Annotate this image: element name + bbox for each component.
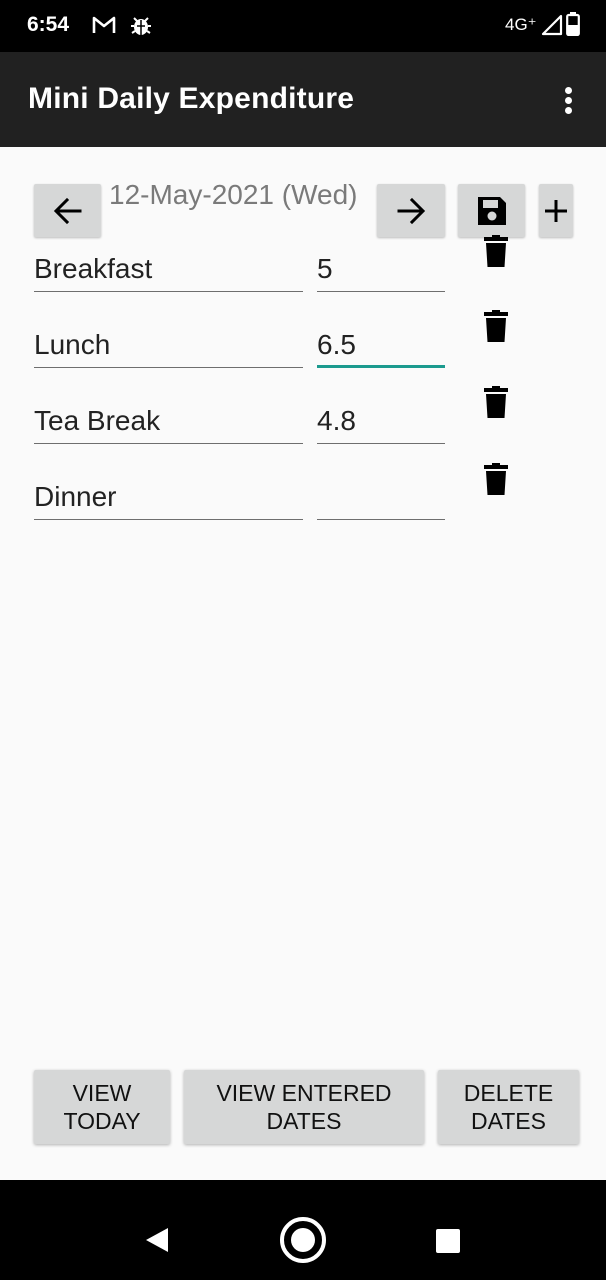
save-button[interactable] — [458, 184, 525, 237]
expense-name-field[interactable]: Dinner — [34, 480, 303, 520]
gmail-icon — [92, 16, 116, 33]
date-label: 12-May-2021 (Wed) — [109, 179, 358, 210]
more-vert-icon[interactable] — [552, 80, 586, 120]
expense-name-field[interactable]: Lunch — [34, 328, 303, 368]
expense-amount-field[interactable]: 6.5 — [317, 328, 445, 368]
expense-name-field[interactable]: Breakfast — [34, 252, 303, 292]
expense-name-text: Tea Break — [34, 405, 161, 436]
expense-name-text: Dinner — [34, 481, 117, 512]
view-today-label: VIEW TODAY — [63, 1080, 141, 1134]
home-icon[interactable] — [279, 1216, 327, 1264]
expense-name-field[interactable]: Tea Break — [34, 404, 303, 444]
expense-name-text: Lunch — [34, 329, 111, 360]
expense-amount-field[interactable] — [317, 480, 445, 520]
expense-amount-text: 6.5 — [317, 329, 356, 360]
signal-icon — [541, 14, 563, 36]
view-entered-dates-label: VIEW ENTERED DATES — [216, 1080, 392, 1134]
trash-icon[interactable] — [484, 310, 508, 342]
bug-icon — [131, 17, 151, 35]
trash-icon[interactable] — [484, 386, 508, 418]
expense-amount-field[interactable]: 4.8 — [317, 404, 445, 444]
recents-icon[interactable] — [436, 1229, 460, 1253]
save-icon — [477, 196, 506, 225]
expense-amount-text: 4.8 — [317, 405, 356, 436]
arrow-left-icon — [53, 197, 81, 224]
battery-icon — [566, 12, 580, 36]
view-entered-dates-button[interactable]: VIEW ENTERED DATES — [184, 1070, 424, 1144]
status-bar: 6:54 4G⁺ — [0, 0, 606, 52]
previous-day-button[interactable] — [34, 184, 101, 237]
back-icon[interactable] — [144, 1226, 170, 1254]
delete-dates-label: DELETE DATES — [463, 1080, 554, 1134]
add-item-button[interactable] — [539, 184, 573, 237]
trash-icon[interactable] — [484, 235, 508, 267]
network-type: 4G⁺ — [505, 15, 537, 34]
expense-amount-field[interactable]: 5 — [317, 252, 445, 292]
status-time: 6:54 — [27, 13, 70, 36]
delete-dates-button[interactable]: DELETE DATES — [438, 1070, 579, 1144]
app-title: Mini Daily Expenditure — [28, 82, 355, 115]
app-bar: Mini Daily Expenditure — [0, 52, 606, 147]
expense-name-text: Breakfast — [34, 253, 153, 284]
expense-amount-text: 5 — [317, 253, 333, 284]
next-day-button[interactable] — [377, 184, 445, 237]
trash-icon[interactable] — [484, 463, 508, 495]
plus-icon — [545, 199, 567, 222]
arrow-right-icon — [397, 197, 426, 224]
view-today-button[interactable]: VIEW TODAY — [34, 1070, 170, 1144]
